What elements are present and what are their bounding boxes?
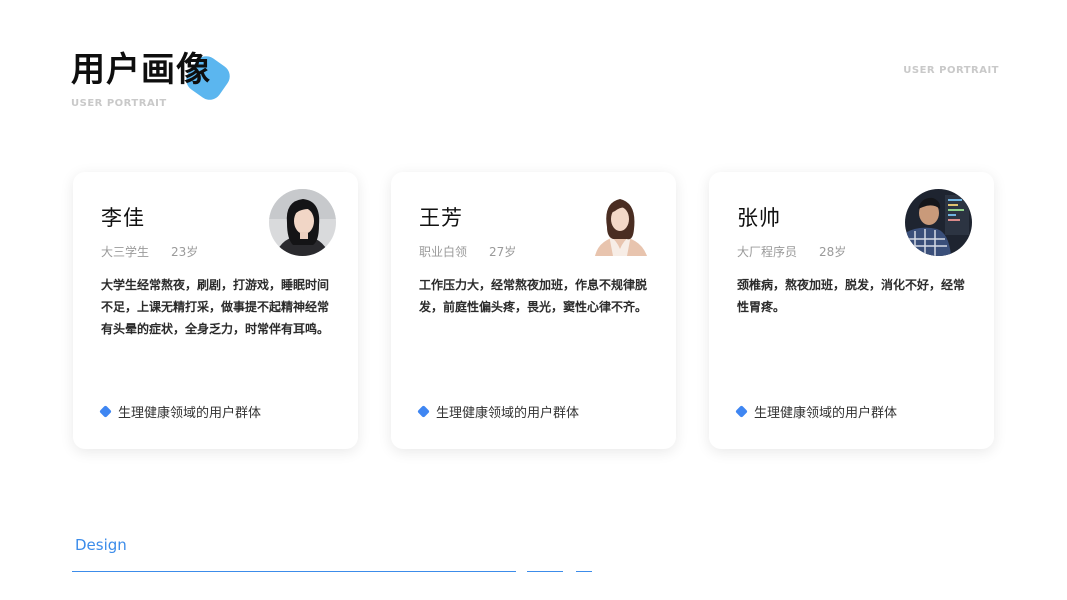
- persona-meta: 职业白领 27岁: [419, 243, 516, 260]
- woman-portrait-icon: [587, 189, 654, 256]
- persona-card: 李佳 大三学生 23岁 大学生经常熬夜，刷剧，打游戏，睡眠时间不足，上课无精打采，…: [73, 172, 358, 449]
- page-subtitle: USER PORTRAIT: [71, 98, 167, 109]
- diamond-bullet-icon: [417, 405, 430, 418]
- persona-role: 大三学生: [101, 245, 150, 259]
- persona-tag: 生理健康领域的用户群体: [99, 402, 262, 421]
- persona-tag: 生理健康领域的用户群体: [735, 402, 898, 421]
- footer-divider-long: [72, 571, 516, 572]
- persona-description: 大学生经常熬夜，刷剧，打游戏，睡眠时间不足，上课无精打采，做事提不起精神经常有头…: [101, 278, 330, 336]
- persona-name: 李佳: [101, 206, 145, 230]
- persona-card: 王芳 职业白领 27岁 工作压力大，经常熬夜加班，作息不规律脱发，前庭性偏头疼，畏…: [391, 172, 676, 449]
- persona-age: 27岁: [489, 245, 517, 259]
- persona-tag: 生理健康领域的用户群体: [417, 402, 580, 421]
- diamond-bullet-icon: [735, 405, 748, 418]
- persona-name: 张帅: [737, 206, 781, 230]
- footer-divider-tiny: [576, 571, 592, 572]
- persona-tag-label: 生理健康领域的用户群体: [118, 406, 262, 421]
- persona-meta: 大厂程序员 28岁: [737, 243, 846, 260]
- persona-role: 大厂程序员: [737, 245, 798, 259]
- page-title: 用户画像: [71, 50, 211, 90]
- man-portrait-icon: [905, 189, 972, 256]
- persona-age: 23岁: [171, 245, 199, 259]
- persona-tag-label: 生理健康领域的用户群体: [754, 406, 898, 421]
- page-title-group: 用户画像: [71, 48, 235, 105]
- persona-meta: 大三学生 23岁: [101, 243, 198, 260]
- persona-description: 颈椎病，熬夜加班，脱发，消化不好，经常性胃疼。: [737, 278, 966, 314]
- persona-age: 28岁: [819, 245, 847, 259]
- woman-portrait-icon: [269, 189, 336, 256]
- persona-description: 工作压力大，经常熬夜加班，作息不规律脱发，前庭性偏头疼，畏光，窦性心律不齐。: [419, 278, 648, 314]
- corner-label: USER PORTRAIT: [903, 65, 999, 76]
- footer-divider-short: [527, 571, 563, 572]
- persona-tag-label: 生理健康领域的用户群体: [436, 406, 580, 421]
- persona-role: 职业白领: [419, 245, 468, 259]
- persona-name: 王芳: [419, 206, 463, 230]
- diamond-bullet-icon: [99, 405, 112, 418]
- footer-design-label: Design: [75, 536, 127, 554]
- persona-card: 张帅 大厂程序员 28岁 颈椎病，熬夜加班，脱发，消化不好，经常性胃疼。 生理健康…: [709, 172, 994, 449]
